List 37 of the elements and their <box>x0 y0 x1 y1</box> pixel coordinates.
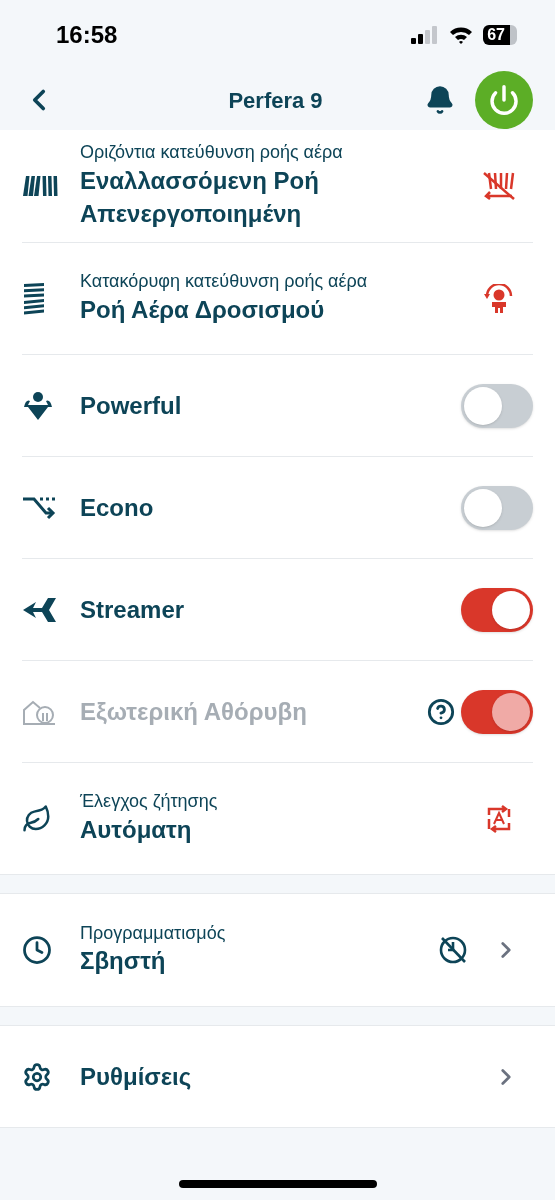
setting-label: Έλεγχος ζήτησης <box>80 790 219 813</box>
setting-label: Streamer <box>80 594 186 625</box>
leaf-icon <box>22 803 52 834</box>
setting-label: Οριζόντια κατεύθυνση ροής αέρα <box>80 141 344 164</box>
toggle-switch[interactable] <box>461 383 533 428</box>
battery-indicator: 67 <box>483 25 517 45</box>
signal-icon <box>411 26 440 44</box>
flow-arrow-icon <box>22 495 56 520</box>
setting-value: Αυτόματη <box>80 814 193 845</box>
clock-off-icon <box>438 935 468 965</box>
louver-icon <box>22 281 46 316</box>
setting-label: Econo <box>80 492 155 523</box>
setting-value: Ροή Αέρα Δροσισμού <box>80 294 326 325</box>
swing-off-icon <box>482 171 516 201</box>
person-airflow-icon <box>483 283 515 314</box>
house-icon <box>22 698 56 725</box>
wifi-icon <box>449 26 474 44</box>
auto-mode-icon <box>485 804 513 833</box>
toggle-switch[interactable] <box>461 485 533 530</box>
louver-icon <box>22 175 58 197</box>
muscle-figure-icon <box>22 390 54 421</box>
bell-icon[interactable] <box>425 85 455 115</box>
setting-label: Powerful <box>80 390 183 421</box>
power-icon <box>488 84 520 116</box>
setting-value: Εναλλασσόμενη Ροή Απενεργοποιημένη <box>80 165 320 230</box>
device-title: Perfera 9 <box>227 86 324 115</box>
setting-label: Εξωτερική Αθόρυβη <box>80 696 308 727</box>
setting-label: Κατακόρυφη κατεύθυνση ροής αέρα <box>80 270 369 293</box>
clock-icon <box>22 935 52 965</box>
power-button[interactable] <box>475 71 533 129</box>
setting-label: Προγραμματισμός <box>80 921 227 945</box>
streamer-icon <box>22 596 56 623</box>
settings-icon <box>22 1061 52 1092</box>
status-time: 16:58 <box>56 20 118 50</box>
setting-value: Σβηστή <box>80 946 167 977</box>
setting-label: Ρυθμίσεις <box>80 1061 193 1092</box>
toggle-switch[interactable] <box>461 587 533 632</box>
